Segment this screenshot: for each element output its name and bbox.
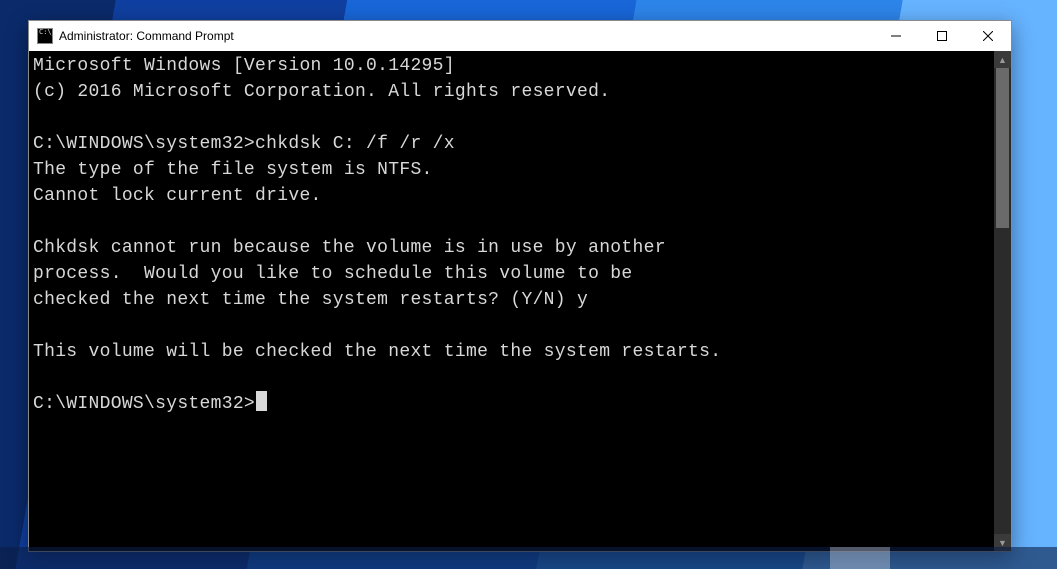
terminal-line: C:\WINDOWS\system32>chkdsk C: /f /r /x [33, 131, 990, 157]
taskbar-highlight [830, 547, 890, 569]
terminal-line [33, 313, 990, 339]
maximize-button[interactable] [919, 21, 965, 51]
minimize-icon [891, 31, 901, 41]
minimize-button[interactable] [873, 21, 919, 51]
close-button[interactable] [965, 21, 1011, 51]
terminal-line [33, 365, 990, 391]
scroll-thumb[interactable] [996, 68, 1009, 228]
terminal-line [33, 105, 990, 131]
client-area: Microsoft Windows [Version 10.0.14295](c… [29, 51, 1011, 551]
terminal-line: Microsoft Windows [Version 10.0.14295] [33, 53, 990, 79]
terminal-line: Chkdsk cannot run because the volume is … [33, 235, 990, 261]
terminal-line: The type of the file system is NTFS. [33, 157, 990, 183]
scroll-up-button[interactable]: ▲ [994, 51, 1011, 68]
terminal-line: process. Would you like to schedule this… [33, 261, 990, 287]
terminal-line: (c) 2016 Microsoft Corporation. All righ… [33, 79, 990, 105]
maximize-icon [937, 31, 947, 41]
terminal-prompt: C:\WINDOWS\system32> [33, 394, 255, 414]
taskbar[interactable] [0, 547, 1057, 569]
terminal-line: checked the next time the system restart… [33, 287, 990, 313]
terminal-line [33, 209, 990, 235]
close-icon [983, 31, 993, 41]
cmd-icon [37, 28, 53, 44]
command-prompt-window: Administrator: Command Prompt Microsoft … [28, 20, 1012, 552]
titlebar[interactable]: Administrator: Command Prompt [29, 21, 1011, 51]
vertical-scrollbar[interactable]: ▲ ▼ [994, 51, 1011, 551]
terminal-line: This volume will be checked the next tim… [33, 339, 990, 365]
desktop-background: Administrator: Command Prompt Microsoft … [0, 0, 1057, 569]
terminal-output[interactable]: Microsoft Windows [Version 10.0.14295](c… [29, 51, 994, 551]
window-controls [873, 21, 1011, 51]
terminal-cursor [256, 391, 267, 411]
terminal-line: Cannot lock current drive. [33, 183, 990, 209]
window-title: Administrator: Command Prompt [59, 29, 234, 43]
terminal-prompt-line: C:\WINDOWS\system32> [33, 391, 990, 417]
